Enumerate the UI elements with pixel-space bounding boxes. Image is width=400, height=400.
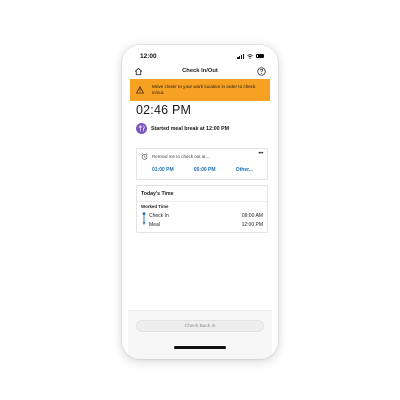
signal-icon [237, 54, 244, 59]
reminder-option-2[interactable]: 05:00 PM [194, 167, 216, 173]
status-bar: 12:00 [140, 51, 264, 61]
more-options-icon[interactable]: ••• [258, 151, 263, 157]
alarm-clock-icon [141, 153, 148, 160]
current-time: 02:46 PM [136, 103, 192, 117]
help-icon[interactable] [257, 66, 266, 76]
status-time: 12:00 [140, 52, 157, 60]
entry-time: 09:00 AM [241, 213, 263, 219]
location-warning-banner: Move closer to your work location in ord… [130, 79, 270, 101]
footer-area [128, 311, 272, 359]
entry-label: Meal [149, 222, 160, 228]
battery-icon [256, 53, 264, 59]
wifi-icon [247, 53, 253, 59]
meal-break-status: Started meal break at 12:00 PM [136, 123, 229, 134]
app-screen: 12:00 Check In/Out Move closer to your w… [128, 45, 272, 359]
check-back-in-button[interactable]: Check Back In [136, 320, 264, 332]
app-header: Check In/Out [128, 64, 272, 78]
event-text: Started meal break at 12:00 PM [151, 125, 230, 132]
reminder-option-other[interactable]: Other... [236, 167, 253, 173]
card-divider [137, 201, 267, 202]
home-icon[interactable] [134, 67, 143, 76]
entry-time: 12:00 PM [241, 222, 263, 228]
phone-frame: 12:00 Check In/Out Move closer to your w… [122, 45, 278, 359]
reminder-label: Remind me to check out at... [152, 154, 210, 159]
home-indicator[interactable] [174, 346, 226, 349]
reminder-card: Remind me to check out at... ••• 01:00 P… [136, 148, 268, 180]
page-title: Check In/Out [182, 68, 218, 74]
card-title: Today's Time [141, 191, 174, 197]
todays-time-card: Today's Time Worked Time Check In 09:00 … [136, 185, 268, 233]
worked-time-label: Worked Time [141, 204, 169, 209]
banner-text: Move closer to your work location in ord… [152, 83, 256, 95]
status-icons [237, 53, 264, 59]
entry-label: Check In [149, 213, 169, 219]
meal-icon [136, 123, 147, 134]
warning-icon [136, 86, 144, 94]
reminder-options: 01:00 PM 05:00 PM Other... [152, 167, 253, 173]
time-entry-row: Meal 12:00 PM [149, 222, 263, 228]
reminder-option-1[interactable]: 01:00 PM [152, 167, 174, 173]
timeline-icon [142, 212, 146, 225]
time-entry-row: Check In 09:00 AM [149, 213, 263, 219]
